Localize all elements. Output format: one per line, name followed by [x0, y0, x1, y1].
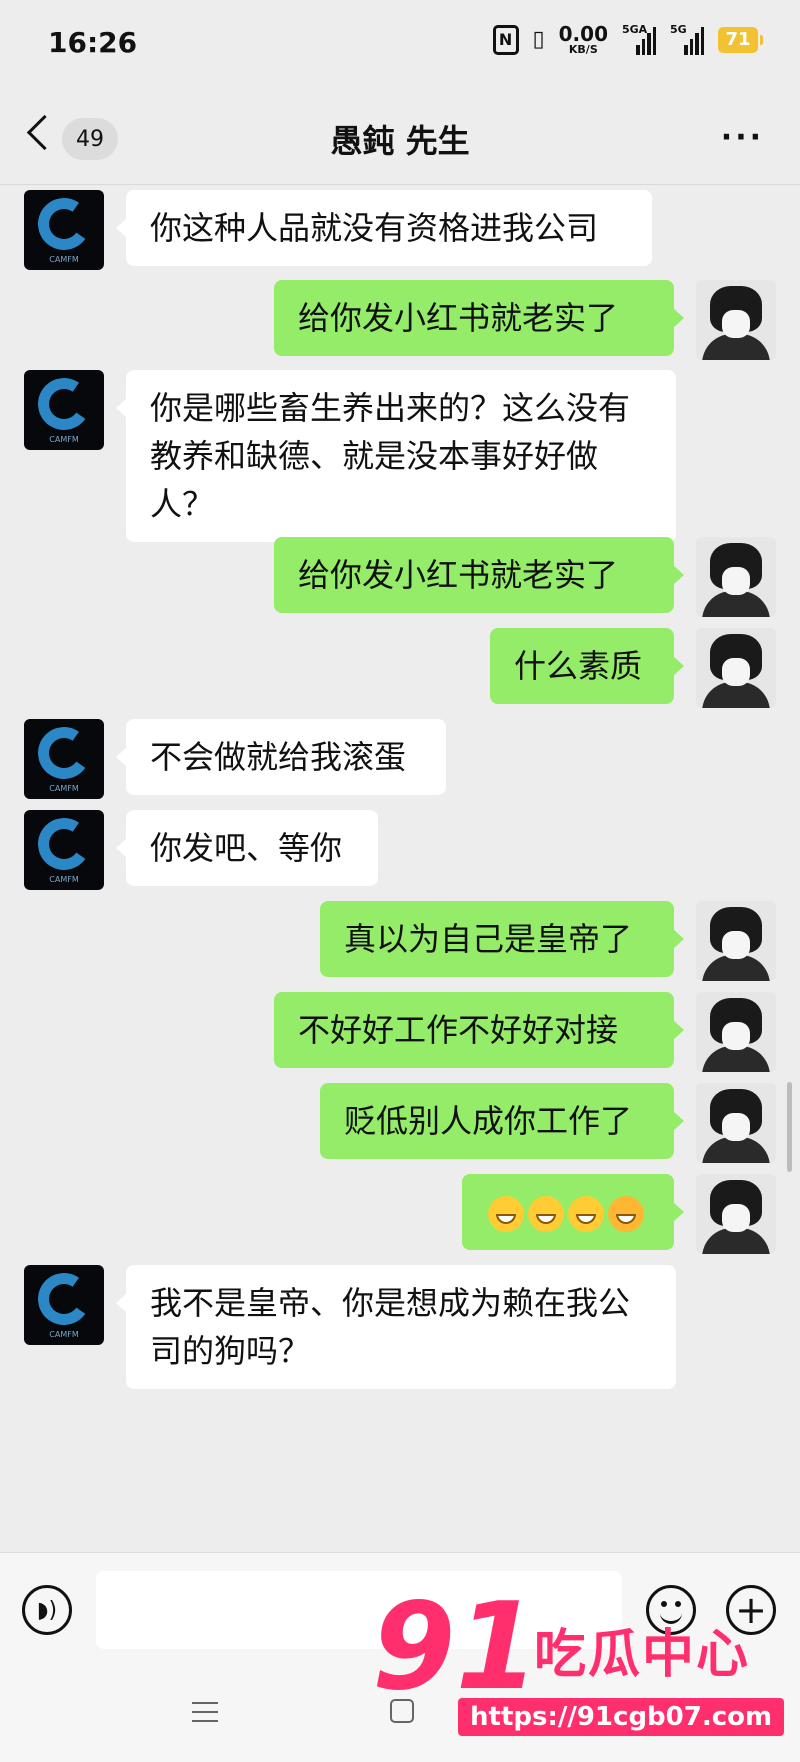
message-bubble[interactable]: 不好好工作不好好对接	[274, 992, 684, 1068]
signal-label: 5G	[670, 22, 687, 36]
my-avatar[interactable]	[696, 537, 776, 617]
more-actions-plus-icon[interactable]: +	[726, 1585, 776, 1635]
message-bubble[interactable]: 你这种人品就没有资格进我公司	[116, 190, 652, 266]
message-input[interactable]	[96, 1571, 622, 1649]
message-bubble[interactable]: 给你发小红书就老实了	[274, 537, 684, 613]
my-avatar[interactable]	[696, 628, 776, 708]
message-bubble[interactable]: 你发吧、等你	[116, 810, 378, 886]
message-bubble[interactable]: 不会做就给我滚蛋	[116, 719, 446, 795]
message-bubble[interactable]: 我不是皇帝、你是想成为赖在我公司的狗吗？	[116, 1265, 676, 1389]
my-avatar[interactable]	[696, 901, 776, 981]
contact-avatar[interactable]: CAMFM	[24, 190, 104, 270]
contact-avatar[interactable]: CAMFM	[24, 1265, 104, 1345]
status-time: 16:26	[48, 26, 138, 59]
input-bar: ◗) +	[0, 1552, 800, 1665]
grin-emoji-icon	[488, 1196, 524, 1232]
message-bubble-emoji[interactable]	[462, 1174, 684, 1250]
message-bubble[interactable]: 贬低别人成你工作了	[320, 1083, 684, 1159]
signal-icon: 5GA	[622, 22, 656, 55]
system-navigation-bar	[0, 1664, 800, 1762]
my-avatar[interactable]	[696, 280, 776, 360]
scrollbar[interactable]	[787, 1082, 792, 1172]
my-avatar[interactable]	[696, 1083, 776, 1163]
network-speed-unit: KB/S	[568, 43, 598, 56]
chat-title: 愚鈍 先生	[330, 122, 470, 160]
message-bubble[interactable]: 你是哪些畜生养出来的？这么没有教养和缺德、就是没本事好好做人？	[116, 370, 676, 542]
chat-header: 49 愚鈍 先生 ···	[0, 96, 800, 185]
network-speed-value: 0.00	[558, 22, 608, 46]
emoji-picker-icon[interactable]	[646, 1585, 696, 1635]
network-speed: 0.00 KB/S	[559, 24, 608, 55]
home-key-icon[interactable]	[390, 1699, 414, 1723]
contact-avatar[interactable]: CAMFM	[24, 810, 104, 890]
contact-avatar[interactable]: CAMFM	[24, 719, 104, 799]
signal-label: 5GA	[622, 22, 648, 36]
contact-avatar[interactable]: CAMFM	[24, 370, 104, 450]
my-avatar[interactable]	[696, 992, 776, 1072]
status-bar: 16:26 N ▯ 0.00 KB/S 5GA 5G 71	[0, 0, 800, 90]
signal-icon: 5G	[670, 22, 704, 55]
message-bubble[interactable]: 给你发小红书就老实了	[274, 280, 684, 356]
grin-emoji-icon	[528, 1196, 564, 1232]
message-bubble[interactable]: 什么素质	[490, 628, 684, 704]
message-bubble[interactable]: 真以为自己是皇帝了	[320, 901, 684, 977]
voice-input-icon[interactable]: ◗)	[22, 1585, 72, 1635]
more-options-icon[interactable]: ···	[721, 120, 764, 155]
my-avatar[interactable]	[696, 1174, 776, 1254]
vibrate-icon: ▯	[532, 27, 545, 52]
thinking-emoji-icon	[608, 1196, 644, 1232]
menu-key-icon[interactable]	[192, 1702, 218, 1722]
grin-emoji-icon	[568, 1196, 604, 1232]
message-list[interactable]: CAMFM 你这种人品就没有资格进我公司 给你发小红书就老实了 CAMFM 你是…	[0, 185, 800, 1545]
status-icons: N ▯ 0.00 KB/S 5GA 5G 71	[492, 22, 763, 55]
battery-icon: 71	[718, 26, 763, 53]
nfc-icon: N	[492, 24, 519, 55]
